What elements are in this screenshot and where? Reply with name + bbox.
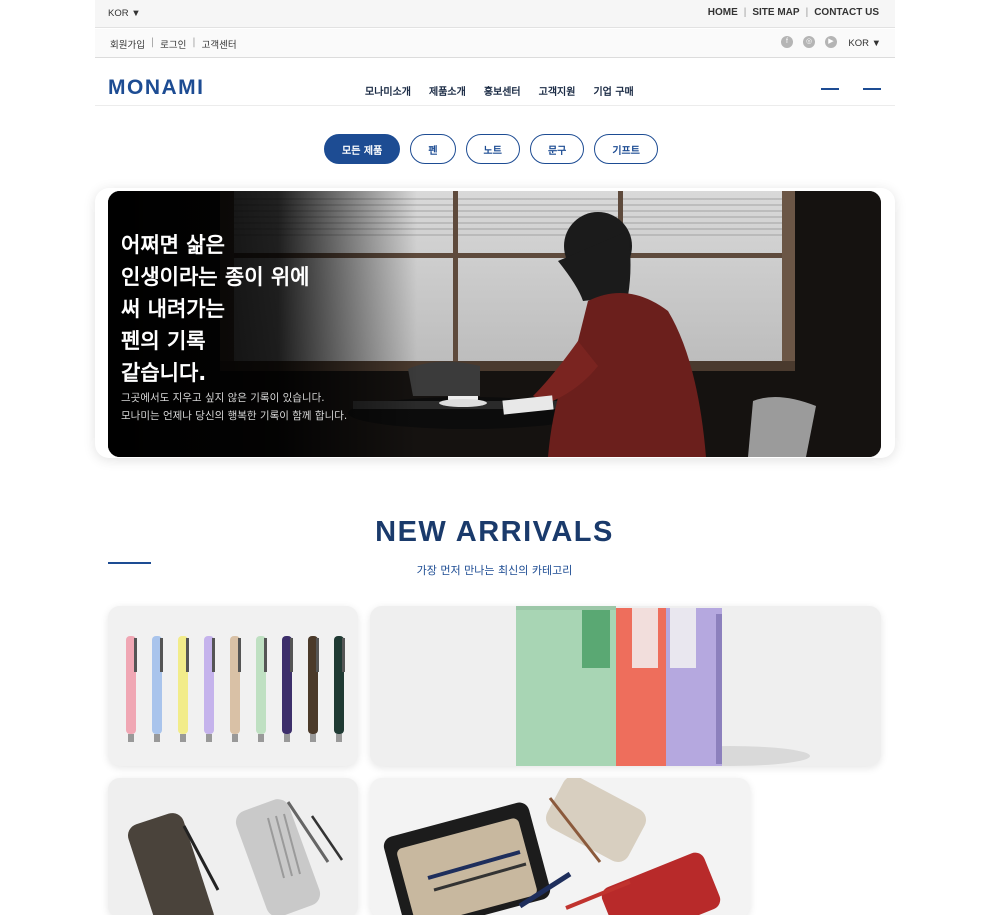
filter-notebook[interactable]: 노트 <box>465 134 520 164</box>
pens-image <box>108 606 358 766</box>
pen-clip <box>186 638 189 672</box>
home-link[interactable]: HOME <box>708 7 738 18</box>
menu-line-icon[interactable] <box>863 88 881 90</box>
pen-clip <box>160 638 163 672</box>
pen-tip <box>284 734 290 742</box>
notebooks-image <box>370 606 881 766</box>
nav-item-pr-center[interactable]: 홍보센터 <box>484 83 521 98</box>
filter-gift[interactable]: 기프트 <box>594 134 658 164</box>
product-tile-notebooks[interactable] <box>370 606 881 766</box>
pen-clip <box>134 638 137 672</box>
signup-link[interactable]: 회원가입 <box>110 37 145 51</box>
filter-all-products[interactable]: 모든 제품 <box>324 134 401 164</box>
nav-menu: 모나미소개 제품소개 홍보센터 고객지원 기업 구매 <box>365 83 634 98</box>
main-navigation: MONAMI 모나미소개 제품소개 홍보센터 고객지원 기업 구매 <box>95 58 895 106</box>
pen-tip <box>336 734 342 742</box>
product-tile-pens[interactable] <box>108 606 358 766</box>
youtube-icon[interactable]: ▶ <box>825 36 837 48</box>
section-title: NEW ARRIVALS <box>375 516 614 548</box>
nav-item-support[interactable]: 고객지원 <box>539 83 576 98</box>
pen-tip <box>258 734 264 742</box>
nav-item-corporate-purchase[interactable]: 기업 구매 <box>593 83 633 98</box>
menu-line-icon[interactable] <box>821 88 839 90</box>
pen-clip <box>264 638 267 672</box>
filter-pen[interactable]: 펜 <box>410 134 456 164</box>
customer-center-link[interactable]: 고객센터 <box>202 37 237 51</box>
site-logo[interactable]: MONAMI <box>108 76 205 100</box>
pen-tip <box>310 734 316 742</box>
pen-tip <box>128 734 134 742</box>
nav-item-products[interactable]: 제품소개 <box>429 83 466 98</box>
auth-links: 회원가입 | 로그인 | 고객센터 <box>110 37 237 51</box>
pen-tip <box>180 734 186 742</box>
divider: | <box>743 7 747 18</box>
filter-stationery[interactable]: 문구 <box>529 134 585 164</box>
hero-banner[interactable]: 어쩌면 삶은 인생이라는 종이 위에 써 내려가는 펜의 기록 같습니다. 그곳… <box>108 191 881 457</box>
site-map-link[interactable]: SITE MAP <box>752 7 799 18</box>
pen-clip <box>342 638 345 672</box>
category-filters: 모든 제품 펜 노트 문구 기프트 <box>0 134 982 164</box>
language-selector-secondary[interactable]: KOR ▼ <box>848 38 881 49</box>
hero-subtext: 그곳에서도 지우고 싶지 않은 기록이 있습니다. 모나미는 언제나 당신의 행… <box>121 392 348 422</box>
pen-clip <box>316 638 319 672</box>
pen-clip <box>290 638 293 672</box>
top-utility-bar: KOR ▼ HOME | SITE MAP | CONTACT US <box>95 0 895 28</box>
pen-tip <box>154 734 160 742</box>
section-subtitle: 가장 먼저 만나는 최신의 카테고리 <box>416 564 573 577</box>
pen-tip <box>232 734 238 742</box>
nav-toggle-buttons <box>821 88 881 90</box>
nav-item-about[interactable]: 모나미소개 <box>365 83 411 98</box>
social-links: f ◎ ▶ <box>781 36 837 48</box>
page: KOR ▼ HOME | SITE MAP | CONTACT US 회원가입 … <box>0 0 982 915</box>
utility-links: HOME | SITE MAP | CONTACT US <box>708 7 879 18</box>
pen-tip <box>206 734 212 742</box>
language-selector[interactable]: KOR ▼ <box>108 8 141 19</box>
account-bar: 회원가입 | 로그인 | 고객센터 f ◎ ▶ KOR ▼ <box>95 29 895 58</box>
contact-us-link[interactable]: CONTACT US <box>814 7 879 18</box>
pencil-cases-image <box>108 778 358 915</box>
divider: | <box>150 37 155 48</box>
product-tile-pencil-cases[interactable] <box>108 778 358 915</box>
pen-clip <box>238 638 241 672</box>
product-tile-pen-case[interactable] <box>370 778 750 915</box>
divider: | <box>805 7 809 18</box>
hero-headline: 어쩌면 삶은 인생이라는 종이 위에 써 내려가는 펜의 기록 같습니다. <box>121 233 310 385</box>
instagram-icon[interactable]: ◎ <box>803 36 815 48</box>
pen-clip <box>212 638 215 672</box>
pen-case-image <box>370 778 750 915</box>
login-link[interactable]: 로그인 <box>160 37 186 51</box>
divider: | <box>192 37 196 48</box>
facebook-icon[interactable]: f <box>781 36 793 48</box>
